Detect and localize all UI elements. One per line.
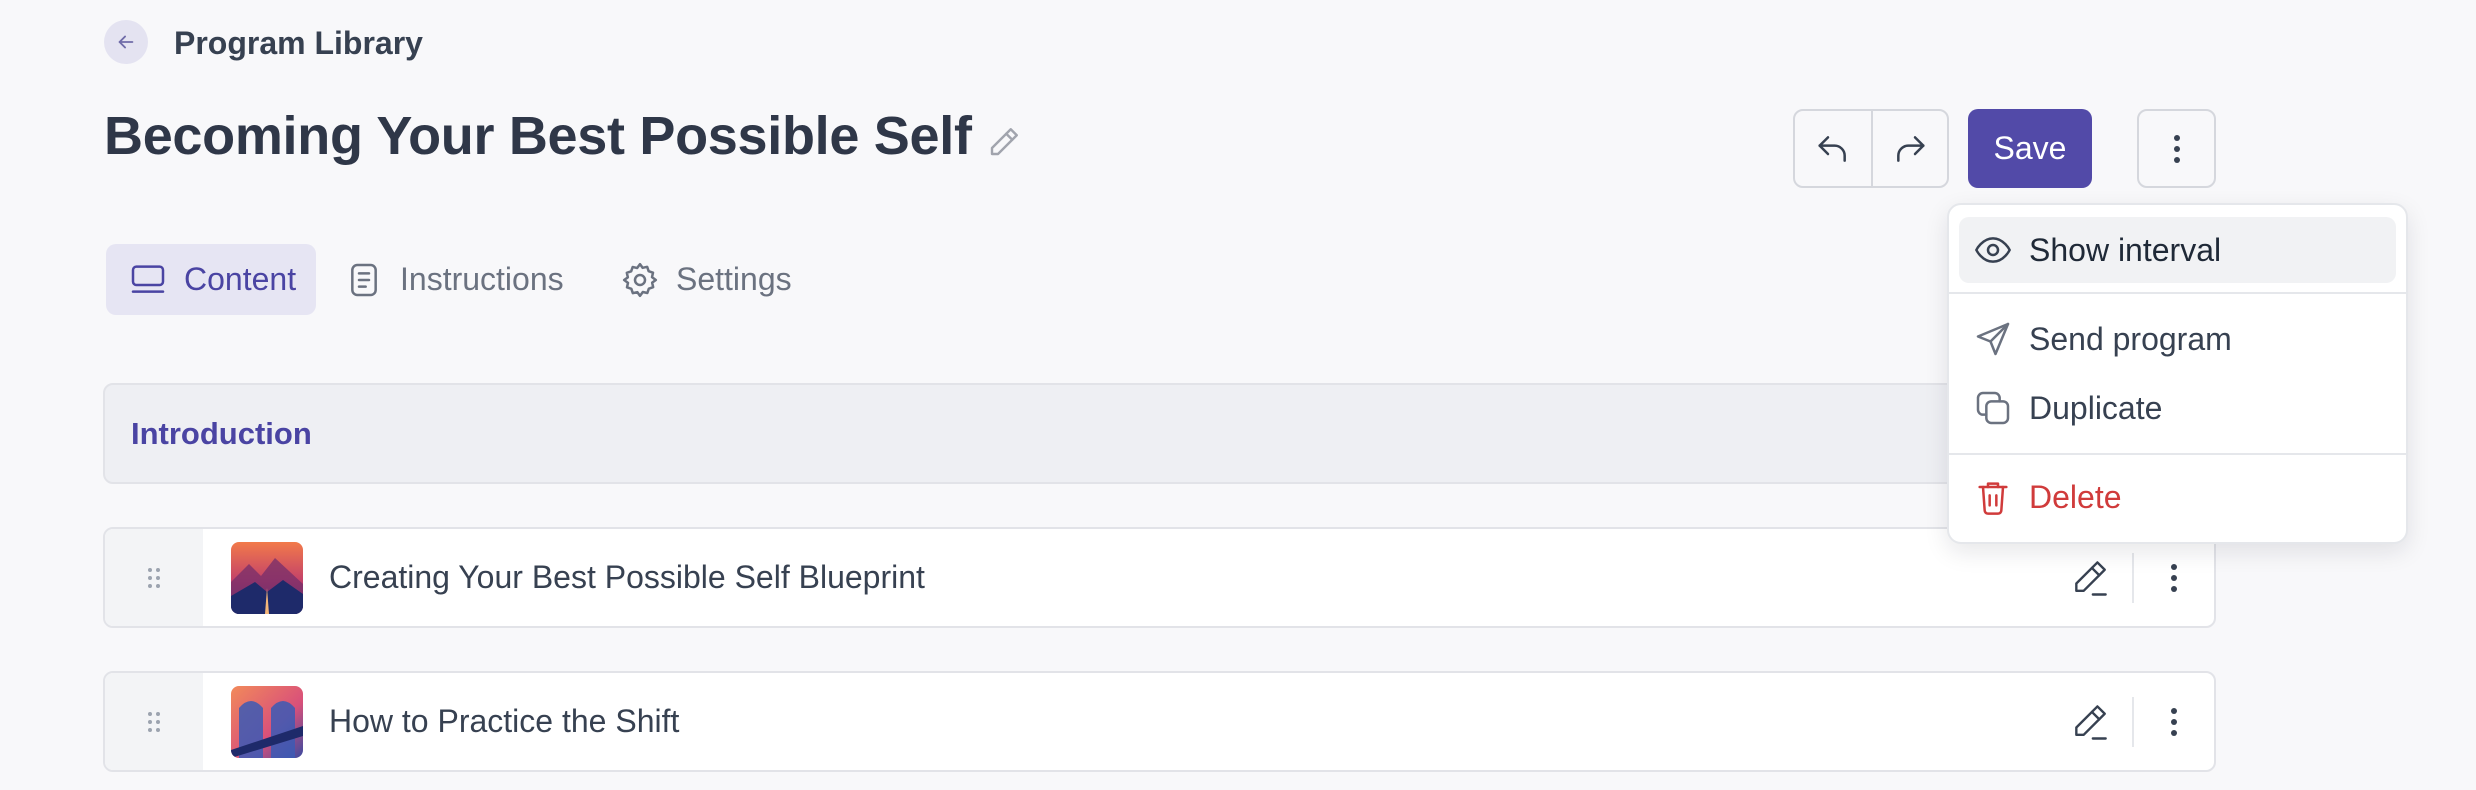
menu-item-show-interval[interactable]: Show interval	[1959, 217, 2396, 283]
menu-item-label: Show interval	[2029, 231, 2222, 268]
menu-item-delete[interactable]: Delete	[1959, 464, 2396, 530]
undo-button[interactable]	[1795, 111, 1871, 186]
redo-button[interactable]	[1871, 111, 1947, 186]
drag-handle[interactable]	[105, 673, 203, 770]
vertical-dots-icon	[2173, 134, 2181, 164]
document-icon	[344, 260, 400, 300]
tab-content[interactable]: Content	[106, 244, 317, 315]
item-title: How to Practice the Shift	[329, 703, 680, 739]
vertical-dots-icon	[2170, 563, 2178, 593]
more-options-menu: Show interval Send program Duplicate Del…	[1947, 203, 2408, 544]
item-menu-button[interactable]	[2134, 673, 2214, 770]
page-title: Becoming Your Best Possible Self	[104, 106, 972, 166]
menu-divider	[1949, 453, 2406, 455]
pencil-icon	[2069, 700, 2113, 744]
more-options-button[interactable]	[2137, 109, 2216, 188]
back-button[interactable]	[104, 20, 148, 64]
item-title: Creating Your Best Possible Self Bluepri…	[329, 559, 925, 595]
send-icon	[1973, 319, 2029, 359]
undo-icon	[1813, 129, 1853, 169]
menu-item-label: Send program	[2029, 320, 2232, 357]
tab-settings-label: Settings	[676, 261, 792, 297]
history-controls	[1793, 109, 1949, 188]
menu-item-label: Duplicate	[2029, 389, 2163, 426]
list-item[interactable]: Creating Your Best Possible Self Bluepri…	[103, 527, 2216, 628]
trash-icon	[1973, 477, 2029, 517]
redo-icon	[1890, 129, 1930, 169]
drag-handle[interactable]	[105, 529, 203, 626]
gear-icon	[620, 260, 676, 300]
section-title: Introduction	[131, 415, 312, 451]
edit-button[interactable]	[2050, 673, 2132, 770]
pencil-icon	[2069, 556, 2113, 600]
drag-grip-icon	[146, 566, 162, 590]
menu-item-label: Delete	[2029, 478, 2122, 515]
vertical-dots-icon	[2170, 707, 2178, 737]
monitor-icon	[128, 260, 184, 300]
breadcrumb[interactable]: Program Library	[174, 24, 423, 62]
item-thumbnail	[231, 541, 303, 614]
section-header[interactable]: Introduction	[103, 383, 2215, 484]
menu-item-duplicate[interactable]: Duplicate	[1959, 375, 2396, 441]
save-button[interactable]: Save	[1968, 109, 2092, 188]
drag-grip-icon	[146, 710, 162, 734]
copy-icon	[1973, 388, 2029, 428]
list-item[interactable]: How to Practice the Shift	[103, 671, 2216, 772]
tab-content-label: Content	[184, 261, 297, 297]
tab-instructions-label: Instructions	[400, 261, 564, 297]
item-thumbnail	[231, 685, 303, 758]
menu-divider	[1949, 292, 2406, 294]
tab-instructions[interactable]: Instructions	[344, 244, 564, 315]
tab-settings[interactable]: Settings	[620, 244, 792, 315]
menu-item-send-program[interactable]: Send program	[1959, 306, 2396, 372]
title-row: Becoming Your Best Possible Self	[104, 100, 1022, 172]
eye-icon	[1973, 230, 2029, 270]
arrow-left-icon	[115, 31, 137, 53]
pencil-icon[interactable]	[986, 124, 1022, 160]
